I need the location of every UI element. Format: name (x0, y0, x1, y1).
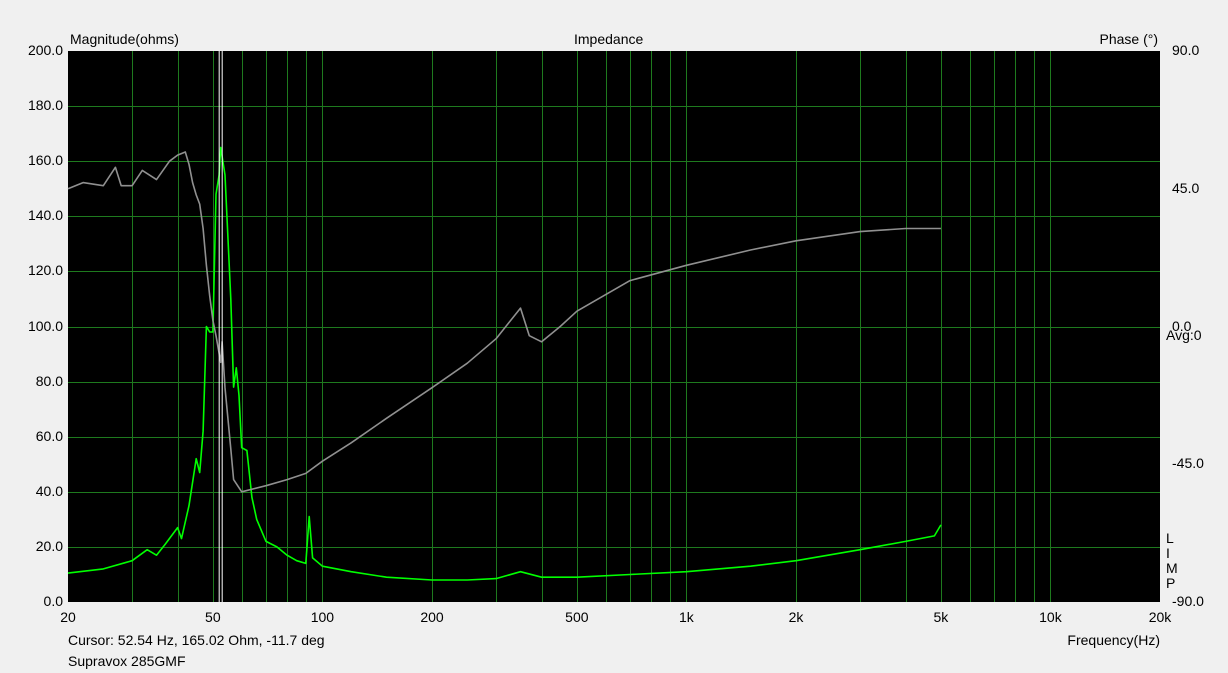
y-right-tick-label: 45.0 (1172, 179, 1200, 196)
y-left-tick-label: 180.0 (27, 97, 63, 114)
x-tick-label: 20 (60, 609, 76, 625)
y-right-tick-label: -90.0 (1172, 593, 1204, 609)
y-right-tick-label: -45.0 (1172, 455, 1204, 472)
y-left-tick-label: 160.0 (27, 152, 63, 169)
y-left-tick-label: 100.0 (27, 317, 63, 334)
y-right-axis-label: Phase (°) (1099, 31, 1158, 47)
cursor-readout: Cursor: 52.54 Hz, 165.02 Ohm, -11.7 deg (68, 632, 325, 648)
y-right-tick-label: 0.0 (1172, 317, 1192, 334)
side-legend-letter: M (1166, 560, 1178, 576)
chart-title: Impedance (574, 31, 644, 47)
x-tick-label: 1k (679, 609, 694, 625)
y-left-tick-label: 140.0 (27, 207, 63, 224)
y-left-tick-label: 120.0 (27, 262, 63, 279)
impedance-chart[interactable] (0, 0, 1228, 673)
x-tick-label: 100 (310, 609, 335, 625)
y-left-tick-label: 200.0 (27, 42, 63, 58)
y-left-tick-label: 40.0 (35, 482, 63, 499)
x-tick-label: 10k (1039, 609, 1062, 625)
side-legend-letter: P (1166, 575, 1176, 591)
device-name: Supravox 285GMF (68, 653, 186, 669)
side-legend-letter: L (1166, 530, 1174, 546)
x-tick-label: 5k (933, 609, 949, 625)
side-legend-letter: I (1166, 545, 1170, 561)
x-tick-label: 200 (420, 609, 444, 625)
y-left-tick-label: 60.0 (35, 427, 63, 444)
x-tick-label: 50 (205, 609, 221, 625)
y-right-tick-label: 90.0 (1172, 42, 1200, 58)
x-tick-label: 500 (565, 609, 589, 625)
y-left-tick-label: 80.0 (35, 372, 63, 389)
y-left-tick-label: 20.0 (35, 537, 63, 554)
x-axis-label: Frequency(Hz) (1067, 632, 1160, 648)
y-left-tick-label: 0.0 (43, 593, 63, 609)
x-tick-label: 2k (788, 609, 804, 625)
y-left-axis-label: Magnitude(ohms) (70, 31, 179, 47)
x-tick-label: 20k (1148, 609, 1172, 625)
